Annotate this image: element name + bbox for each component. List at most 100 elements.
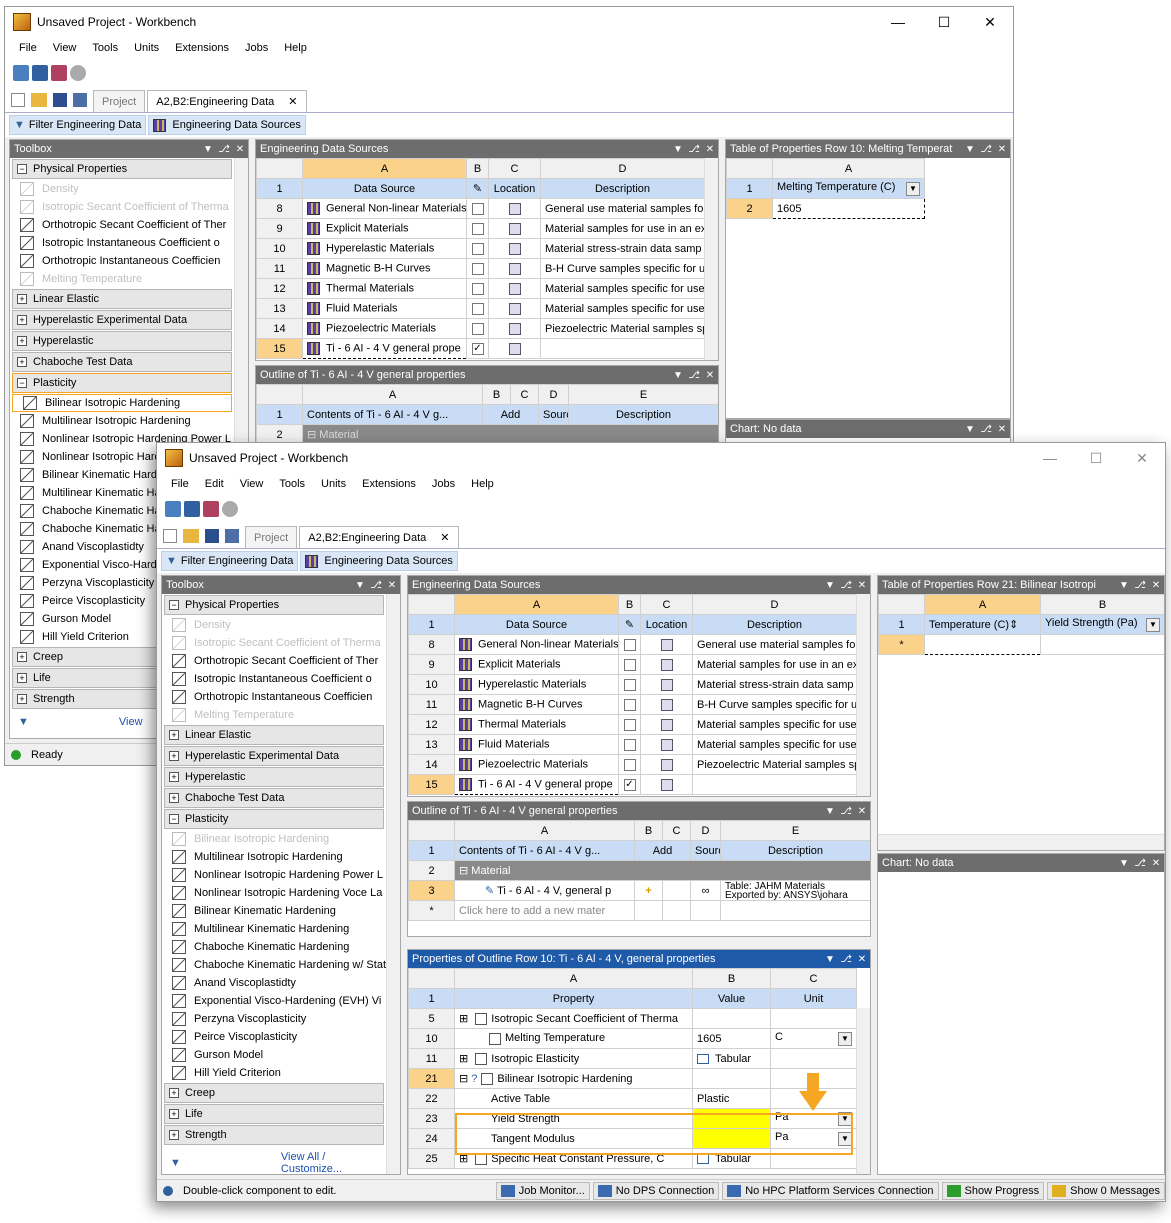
close-icon[interactable]: ✕ [1148,858,1164,869]
unit-cell[interactable]: C ▼ [770,1028,857,1049]
col-d[interactable]: D [538,384,569,405]
toolbox-item[interactable]: Exponential Visco-Hardening (EVH) Vi [162,992,386,1010]
properties-scrollbar[interactable] [856,1008,870,1174]
location-cell[interactable] [640,634,693,655]
location-icon[interactable] [508,202,521,215]
source-row[interactable]: 10 Hyperelastic Materials Material stress-… [256,238,705,259]
save-icon[interactable] [508,342,521,355]
pin-icon[interactable]: ⎇ [838,806,854,817]
checkbox-icon[interactable] [623,738,636,751]
sources-scrollbar[interactable] [856,594,870,796]
location-icon[interactable] [508,242,521,255]
location-icon[interactable] [508,222,521,235]
close-icon[interactable]: ✕ [1119,450,1165,467]
col-b[interactable]: B [692,968,771,989]
group-plasticity[interactable]: − Plasticity [12,373,232,393]
checkbox-icon[interactable] [623,658,636,671]
menu-jobs[interactable]: Jobs [432,478,455,490]
source-name-cell[interactable]: Piezoelectric Materials [454,754,619,775]
location-cell[interactable] [488,318,541,339]
group-chaboche-test-data[interactable]: + Chaboche Test Data [12,352,232,372]
toolbox-item[interactable]: Orthotropic Secant Coefficient of Ther [10,216,234,234]
group-hyperelastic-experimental[interactable]: + Hyperelastic Experimental Data [164,746,384,766]
checkbox-icon[interactable] [471,202,484,215]
col-b[interactable]: B [1040,594,1164,615]
col-c[interactable]: C [640,594,693,615]
close-icon[interactable]: ✕ [702,370,718,381]
location-cell[interactable] [488,238,541,259]
filter-engineering-data-button[interactable]: ▼ Filter Engineering Data [9,115,147,135]
toolbox-item[interactable]: Orthotropic Instantaneous Coefficien [162,688,386,706]
location-cell[interactable] [640,774,693,795]
toolbox-item[interactable]: Anand Viscoplastidty [162,974,386,992]
minimize-icon[interactable]: — [875,14,921,30]
tab-engineering-data[interactable]: A2,B2:Engineering Data ✕ [147,90,307,112]
checkbox-icon[interactable] [471,222,484,235]
toolbox-item[interactable]: Orthotropic Secant Coefficient of Ther [162,652,386,670]
source-checkbox-cell[interactable] [466,278,489,299]
menu-file[interactable]: File [171,478,189,490]
sort-icon[interactable]: ⇕ [1009,619,1018,631]
pin-icon[interactable]: ⎇ [1132,580,1148,591]
source-row[interactable]: 14 Piezoelectric Materials Piezoelectric M… [408,754,857,775]
minimize-icon[interactable]: — [1027,450,1073,466]
location-cell[interactable] [488,198,541,219]
tab-project[interactable]: Project [93,90,146,112]
menu-view[interactable]: View [240,478,264,490]
save-icon[interactable] [660,778,673,791]
toolbox-scrollbar[interactable] [386,594,400,1174]
source-checkbox-cell[interactable] [618,714,641,735]
col-c[interactable]: C [662,820,691,841]
checkbox-icon[interactable] [471,262,484,275]
source-name-cell[interactable]: Thermal Materials [302,278,467,299]
update-icon[interactable] [70,65,86,81]
source-name-cell[interactable]: Magnetic B-H Curves [454,694,619,715]
location-icon[interactable] [660,738,673,751]
group-creep[interactable]: + Creep [164,1083,384,1103]
source-row[interactable]: 9 Explicit Materials Material samples for … [256,218,705,239]
show-progress-button[interactable]: Show Progress [941,1181,1045,1200]
col-d[interactable]: D [692,594,857,615]
source-checkbox-cell[interactable]: ✓ [466,338,489,359]
dropdown-icon[interactable]: ▼ [962,424,978,435]
location-icon[interactable] [508,322,521,335]
toolbox-item[interactable]: Peirce Viscoplasticity [162,1028,386,1046]
location-cell[interactable] [488,338,541,359]
pin-icon[interactable]: ⎇ [216,144,232,155]
group-plasticity[interactable]: − Plasticity [164,809,384,829]
maximize-icon[interactable]: ☐ [921,14,967,31]
menu-edit[interactable]: Edit [205,478,224,490]
dropdown-icon[interactable]: ▼ [838,1112,852,1126]
col-e[interactable]: E [720,820,870,841]
location-icon[interactable] [508,282,521,295]
dropdown-icon[interactable]: ▼ [352,580,368,591]
dps-connection-button[interactable]: No DPS Connection [592,1181,720,1200]
menu-units[interactable]: Units [321,478,346,490]
location-icon[interactable] [660,678,673,691]
toolbox-item[interactable]: Nonlinear Isotropic Hardening Voce La [162,884,386,902]
location-cell[interactable] [640,674,693,695]
col-b[interactable]: B [466,158,489,179]
yield-strength-value[interactable] [692,1108,771,1129]
dropdown-icon[interactable]: ▼ [906,182,920,196]
open-folder-icon[interactable] [31,93,47,107]
checkbox-icon[interactable] [471,302,484,315]
save-project-icon[interactable] [184,501,200,517]
property-cell[interactable]: ⊟ ? Bilinear Isotropic Hardening [454,1068,693,1089]
source-row[interactable]: 15 Ti - 6 AI - 4 V general prope ✓ [256,338,705,359]
value-cell[interactable]: Plastic [692,1088,771,1109]
toolbox-item[interactable]: Bilinear Kinematic Hardening [162,902,386,920]
import-icon[interactable] [165,501,181,517]
source-row[interactable]: 13 Fluid Materials Material samples specif… [408,734,857,755]
dropdown-icon[interactable]: ▼ [962,144,978,155]
pin-icon[interactable]: ⎇ [686,144,702,155]
checkbox-icon[interactable] [471,242,484,255]
melting-value-cell[interactable]: 1605 [772,198,925,219]
source-row[interactable]: 15 Ti - 6 AI - 4 V general prope ✓ [408,774,857,795]
toolbox-item[interactable]: Perzyna Viscoplasticity [162,1010,386,1028]
source-checkbox-cell[interactable] [466,218,489,239]
source-name-cell[interactable]: Magnetic B-H Curves [302,258,467,279]
engineering-data-sources-button[interactable]: Engineering Data Sources [148,115,306,135]
location-icon[interactable] [660,658,673,671]
col-c[interactable]: C [770,968,857,989]
